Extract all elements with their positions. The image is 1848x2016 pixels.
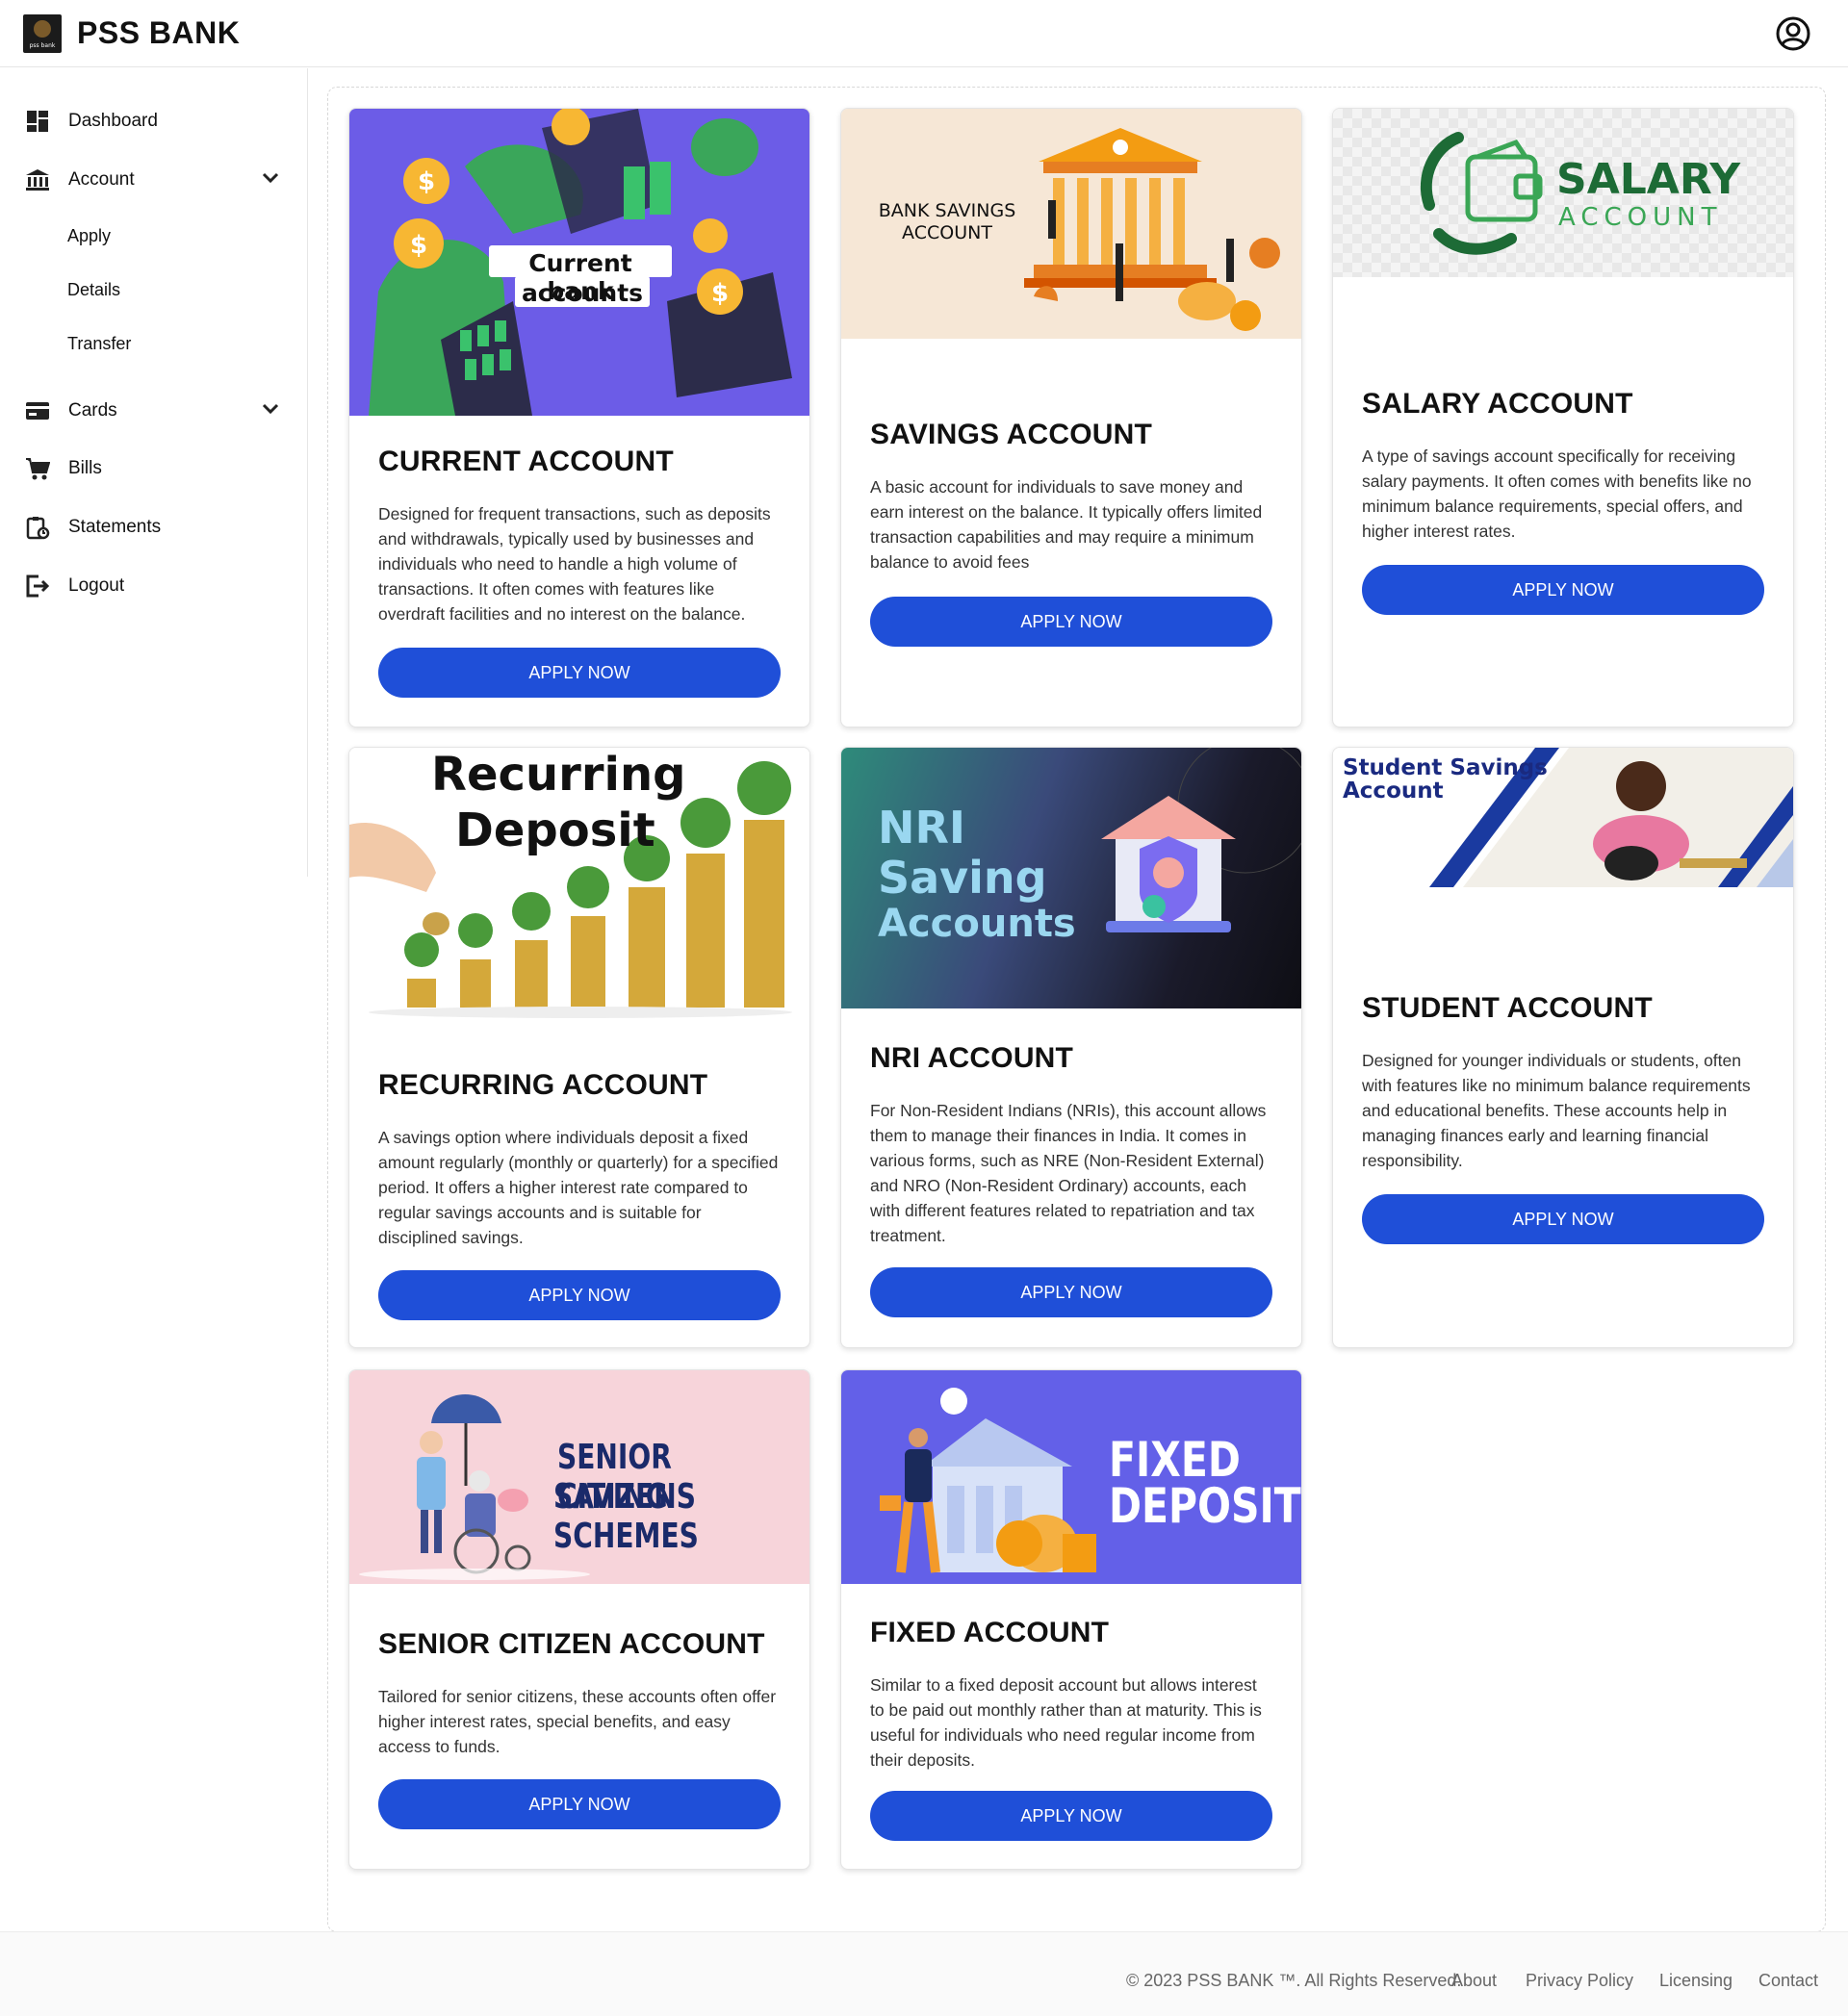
logo-text: pss bank xyxy=(29,42,56,49)
sidebar-item-statements[interactable]: Statements xyxy=(0,502,308,550)
card-title: CURRENT ACCOUNT xyxy=(378,446,674,477)
card-description: A type of savings account specifically f… xyxy=(1362,447,1752,541)
sidebar-item-label: Dashboard xyxy=(68,111,158,131)
sidebar-subitem-details[interactable]: Details xyxy=(67,280,120,300)
account-card-recurring: Recurring Deposit RECURRING ACCOUNT A sa… xyxy=(348,747,810,1348)
recurring-deposit-image: Recurring Deposit xyxy=(349,748,809,1022)
sidebar-item-label: Account xyxy=(68,169,135,190)
account-card-nri: NRI Saving Accounts NRI ACCOUNT For Non-… xyxy=(840,747,1302,1348)
sidebar-item-label: Statements xyxy=(68,517,162,537)
nri-account-image: NRI Saving Accounts xyxy=(841,748,1301,1008)
senior-citizen-image: SENIOR CITIZENS SAVING SCHEMES xyxy=(349,1370,809,1584)
account-card-salary: SALARY ACCOUNT SALARY ACCOUNT A type of … xyxy=(1332,108,1794,727)
sidebar-item-label: Bills xyxy=(68,458,102,478)
bank-logo[interactable]: pss bank xyxy=(23,14,62,53)
statement-icon xyxy=(26,517,50,540)
card-title: SENIOR CITIZEN ACCOUNT xyxy=(378,1628,765,1660)
account-card-fixed: FIXED DEPOSIT FIXED ACCOUNT Similar to a… xyxy=(840,1369,1302,1870)
card-description: Designed for frequent transactions, such… xyxy=(378,504,771,624)
sidebar-item-dashboard[interactable]: Dashboard xyxy=(0,96,308,144)
apply-now-button[interactable]: APPLY NOW xyxy=(1362,1194,1764,1244)
account-card-student: Student Savings Account STUDENT ACCOUNT … xyxy=(1332,747,1794,1348)
image-caption-line2: ACCOUNT xyxy=(1558,203,1723,232)
image-caption-line1: SALARY xyxy=(1556,155,1741,204)
apply-now-button[interactable]: APPLY NOW xyxy=(378,1270,781,1320)
logout-icon xyxy=(26,574,50,598)
cart-icon xyxy=(26,458,50,480)
top-header: pss bank PSS BANK xyxy=(0,0,1848,67)
sidebar-item-label: Cards xyxy=(68,400,117,421)
card-description: Designed for younger individuals or stud… xyxy=(1362,1051,1751,1170)
apply-now-button[interactable]: APPLY NOW xyxy=(870,1791,1272,1841)
student-account-image: Student Savings Account xyxy=(1333,748,1793,887)
salary-account-image: SALARY ACCOUNT xyxy=(1333,109,1793,277)
user-profile-icon[interactable] xyxy=(1775,15,1811,52)
apply-now-button[interactable]: APPLY NOW xyxy=(870,1267,1272,1317)
card-title: RECURRING ACCOUNT xyxy=(378,1069,708,1101)
footer-link-contact[interactable]: Contact xyxy=(1758,1971,1818,1991)
card-title: FIXED ACCOUNT xyxy=(870,1617,1110,1648)
account-card-current: $ $ $ Current bank accounts CURRENT ACCO… xyxy=(348,108,810,727)
card-title: SAVINGS ACCOUNT xyxy=(870,419,1153,450)
current-account-image: $ $ $ Current bank accounts xyxy=(349,109,809,416)
apply-now-button[interactable]: APPLY NOW xyxy=(870,597,1272,647)
svg-text:$: $ xyxy=(711,279,729,308)
brand-title: PSS BANK xyxy=(77,15,241,50)
card-description: A basic account for individuals to save … xyxy=(870,477,1263,572)
bank-icon xyxy=(26,169,49,191)
fixed-deposit-image: FIXED DEPOSIT xyxy=(841,1370,1301,1584)
card-description: For Non-Resident Indians (NRIs), this ac… xyxy=(870,1101,1267,1245)
dashboard-icon xyxy=(27,111,48,132)
footer-link-licensing[interactable]: Licensing xyxy=(1659,1971,1732,1991)
image-caption-line2: ACCOUNT xyxy=(902,222,992,243)
svg-text:$: $ xyxy=(410,231,427,260)
image-caption-line2: Deposit xyxy=(455,804,655,857)
sidebar-subitem-transfer[interactable]: Transfer xyxy=(67,334,131,354)
footer-link-privacy[interactable]: Privacy Policy xyxy=(1526,1971,1633,1991)
image-caption-line1: Recurring xyxy=(431,748,686,802)
svg-text:$: $ xyxy=(418,167,435,196)
chevron-down-icon[interactable] xyxy=(261,168,280,188)
card-title: NRI ACCOUNT xyxy=(870,1042,1074,1074)
footer-link-about[interactable]: About xyxy=(1451,1971,1497,1991)
sidebar-item-account[interactable]: Account xyxy=(0,155,308,203)
sidebar-subitem-apply[interactable]: Apply xyxy=(67,226,111,246)
apply-now-button[interactable]: APPLY NOW xyxy=(378,1779,781,1829)
sidebar-item-label: Logout xyxy=(68,575,125,596)
image-caption-line1: BANK SAVINGS xyxy=(878,200,1016,221)
image-caption-line2: accounts xyxy=(521,279,644,307)
image-caption-line1: NRI xyxy=(878,802,966,854)
sidebar-item-bills[interactable]: Bills xyxy=(0,444,308,492)
account-card-senior: SENIOR CITIZENS SAVING SCHEMES SENIOR CI… xyxy=(348,1369,810,1870)
image-caption-line2: Account xyxy=(1343,778,1444,804)
sidebar-item-logout[interactable]: Logout xyxy=(0,561,308,609)
image-caption-line3: Accounts xyxy=(878,902,1076,946)
card-description: Tailored for senior citizens, these acco… xyxy=(378,1687,777,1756)
card-description: A savings option where individuals depos… xyxy=(378,1128,779,1247)
savings-account-image: BANK SAVINGS ACCOUNT xyxy=(841,109,1301,339)
apply-now-button[interactable]: APPLY NOW xyxy=(378,648,781,698)
image-caption-line2: SAVING SCHEMES xyxy=(553,1477,699,1556)
apply-now-button[interactable]: APPLY NOW xyxy=(1362,565,1764,615)
footer: © 2023 PSS BANK ™. All Rights Reserved. … xyxy=(0,1931,1848,2016)
image-caption-line2: DEPOSIT xyxy=(1109,1478,1301,1534)
chevron-down-icon[interactable] xyxy=(261,399,280,419)
logo-seal-icon xyxy=(34,20,51,38)
sidebar: Dashboard Account Apply Details Transfer… xyxy=(0,68,308,877)
card-icon xyxy=(26,402,49,420)
footer-copyright: © 2023 PSS BANK ™. All Rights Reserved. xyxy=(1126,1971,1462,1990)
card-description: Similar to a fixed deposit account but a… xyxy=(870,1675,1262,1770)
account-card-savings: BANK SAVINGS ACCOUNT SAVINGS ACCOUNT A b… xyxy=(840,108,1302,727)
sidebar-item-cards[interactable]: Cards xyxy=(0,386,308,434)
image-caption-line2: Saving xyxy=(878,852,1047,904)
card-title: SALARY ACCOUNT xyxy=(1362,388,1633,420)
image-caption-line1: Student Savings xyxy=(1343,755,1548,780)
card-title: STUDENT ACCOUNT xyxy=(1362,992,1653,1024)
